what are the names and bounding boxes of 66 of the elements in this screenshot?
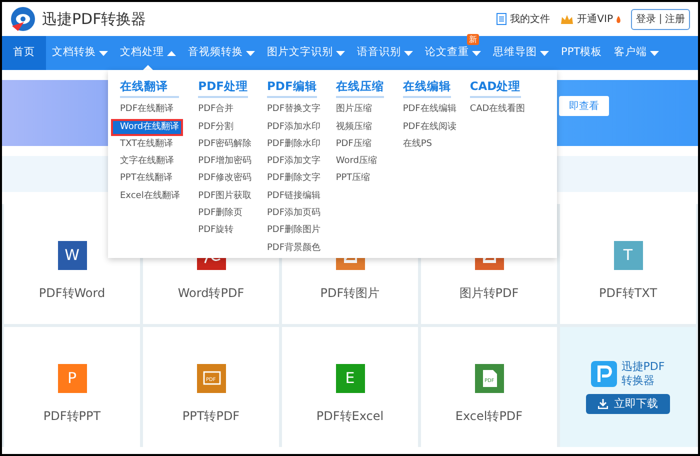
menu-item[interactable]: PDF旋转 xyxy=(189,222,258,240)
tool-icon: W xyxy=(58,241,86,270)
menu-item[interactable]: CAD在线看图 xyxy=(460,101,531,119)
header-link[interactable]: 我的文件 xyxy=(496,12,550,26)
tool-icon: T xyxy=(614,241,642,270)
menu-item[interactable]: PDF在线阅读 xyxy=(394,118,461,136)
menu-item[interactable]: Word在线翻译 xyxy=(111,118,184,136)
nav-item[interactable]: 首页 xyxy=(2,36,46,70)
tool-label: PDF转图片 xyxy=(320,285,380,302)
tool-label: PDF转Word xyxy=(38,285,106,302)
menu-item[interactable]: 视频压缩 xyxy=(326,118,394,136)
menu-heading: PDF处理 xyxy=(198,78,248,98)
menu-item[interactable]: PDF删除页 xyxy=(189,205,258,222)
download-button[interactable]: 立即下载 xyxy=(586,394,670,414)
tool-label: PDF转Excel xyxy=(316,408,384,425)
menu-item[interactable]: PDF添加文字 xyxy=(258,153,327,170)
menu-item[interactable]: PPT压缩 xyxy=(326,170,394,188)
auth-link[interactable]: 注册 xyxy=(665,12,685,26)
menu-item[interactable]: Excel在线翻译 xyxy=(111,188,190,206)
crown-icon xyxy=(560,14,574,24)
menu-item[interactable]: Word压缩 xyxy=(326,153,394,170)
tool-label: 图片转PDF xyxy=(459,285,519,302)
menu-item[interactable]: PDF添加水印 xyxy=(258,118,327,136)
menu-item[interactable]: PDF替换文字 xyxy=(258,101,327,119)
menu-heading: CAD处理 xyxy=(470,78,521,98)
menu-item[interactable]: 文字在线翻译 xyxy=(111,153,190,170)
tool-label: PDF转TXT xyxy=(598,285,658,302)
tool-icon: P xyxy=(58,364,86,393)
app-logo-icon xyxy=(591,360,618,387)
menu-heading: 在线压缩 xyxy=(336,78,384,98)
menu-item[interactable]: PDF合并 xyxy=(189,101,258,119)
tool-label: PPT转PDF xyxy=(182,408,240,425)
tool-label: Word转PDF xyxy=(178,285,244,302)
menu-item[interactable]: PDF图片获取 xyxy=(189,188,258,206)
download-icon xyxy=(598,399,608,409)
site-title: 迅捷PDF转换器 xyxy=(42,8,146,30)
tool-label: PDF转PPT xyxy=(43,408,101,425)
menu-item[interactable]: PDF增加密码 xyxy=(189,153,258,170)
new-badge: 新 xyxy=(467,34,479,45)
tool-icon: E xyxy=(336,364,364,393)
logo-icon xyxy=(10,6,36,32)
auth-link[interactable]: 登录 xyxy=(636,12,656,26)
tool-tile[interactable]: T PDF转TXT xyxy=(560,204,696,324)
flame-icon xyxy=(616,16,621,22)
menu-item[interactable]: PDF在线翻译 xyxy=(111,101,190,119)
tool-label: Excel转PDF xyxy=(455,408,523,425)
menu-heading: 在线翻译 xyxy=(120,78,180,98)
menu-heading: PDF编辑 xyxy=(266,78,317,98)
tool-tile[interactable]: E PDF转Excel xyxy=(282,327,418,447)
menu-item[interactable]: PDF修改密码 xyxy=(189,170,258,188)
menu-item[interactable]: PDF压缩 xyxy=(326,136,394,154)
menu-item[interactable]: PPT在线翻译 xyxy=(111,170,190,188)
menu-item[interactable]: PDF删除水印 xyxy=(258,136,327,154)
menu-item[interactable]: 在线PS xyxy=(394,136,461,154)
menu-item[interactable]: PDF分割 xyxy=(189,118,258,136)
tool-tile[interactable]: P PDF转PPT xyxy=(4,327,140,447)
header-link[interactable]: 开通VIP xyxy=(560,12,621,26)
menu-heading: 在线编辑 xyxy=(402,78,451,98)
document-icon xyxy=(496,13,508,25)
menu-item[interactable]: 图片压缩 xyxy=(326,101,394,119)
menu-item[interactable]: PDF密码解除 xyxy=(189,136,258,154)
menu-item[interactable]: PDF链接编辑 xyxy=(258,188,327,206)
menu-item[interactable]: TXT在线翻译 xyxy=(111,136,190,154)
app-name: 迅捷PDF 转换器 xyxy=(621,360,665,388)
menu-item[interactable]: PDF删除文字 xyxy=(258,170,327,188)
menu-item[interactable]: PDF在线编辑 xyxy=(394,101,461,119)
